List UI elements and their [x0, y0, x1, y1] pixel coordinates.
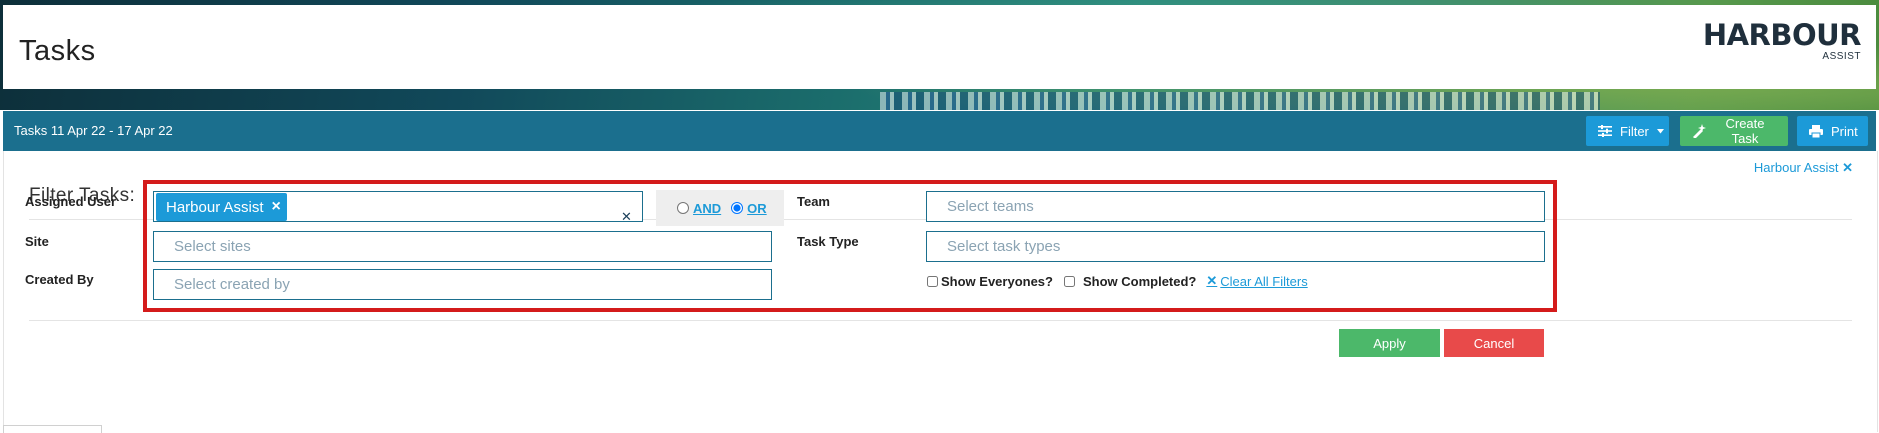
logo-sub-text: ASSIST	[1822, 51, 1861, 62]
caret-down-icon	[1656, 128, 1664, 133]
created-by-label: Created By	[25, 272, 94, 287]
banner-marina-image	[880, 92, 1600, 110]
print-label: Print	[1831, 123, 1858, 139]
divider	[29, 320, 1852, 321]
tasks-toolbar: Tasks 11 Apr 22 - 17 Apr 22 Filter Creat…	[3, 111, 1876, 151]
harbour-assist-logo: HARBOUR ASSIST	[1702, 18, 1862, 63]
page-title: Tasks	[19, 35, 96, 67]
apply-button[interactable]: Apply	[1339, 329, 1440, 357]
user-link-label: Harbour Assist	[1753, 160, 1839, 175]
filter-button[interactable]: Filter	[1586, 116, 1669, 146]
sliders-icon	[1598, 125, 1612, 137]
magic-wand-icon	[1693, 124, 1706, 138]
date-range-label: Tasks 11 Apr 22 - 17 Apr 22	[14, 123, 173, 138]
logo-main-text: HARBOUR	[1702, 18, 1862, 52]
close-icon: ✕	[1842, 160, 1853, 175]
create-task-button[interactable]: Create Task	[1680, 116, 1788, 146]
highlight-box	[143, 180, 1557, 312]
cancel-button[interactable]: Cancel	[1444, 329, 1544, 357]
assigned-user-label: Assigned User	[25, 194, 117, 209]
site-label: Site	[25, 234, 49, 249]
header-card: Tasks HARBOUR ASSIST	[3, 5, 1876, 89]
remove-user-filter-link[interactable]: Harbour Assist ✕	[1754, 160, 1853, 176]
printer-icon	[1809, 124, 1823, 138]
filter-button-label: Filter	[1620, 123, 1649, 139]
create-task-label: Create Task	[1725, 116, 1765, 146]
print-button[interactable]: Print	[1797, 116, 1868, 146]
